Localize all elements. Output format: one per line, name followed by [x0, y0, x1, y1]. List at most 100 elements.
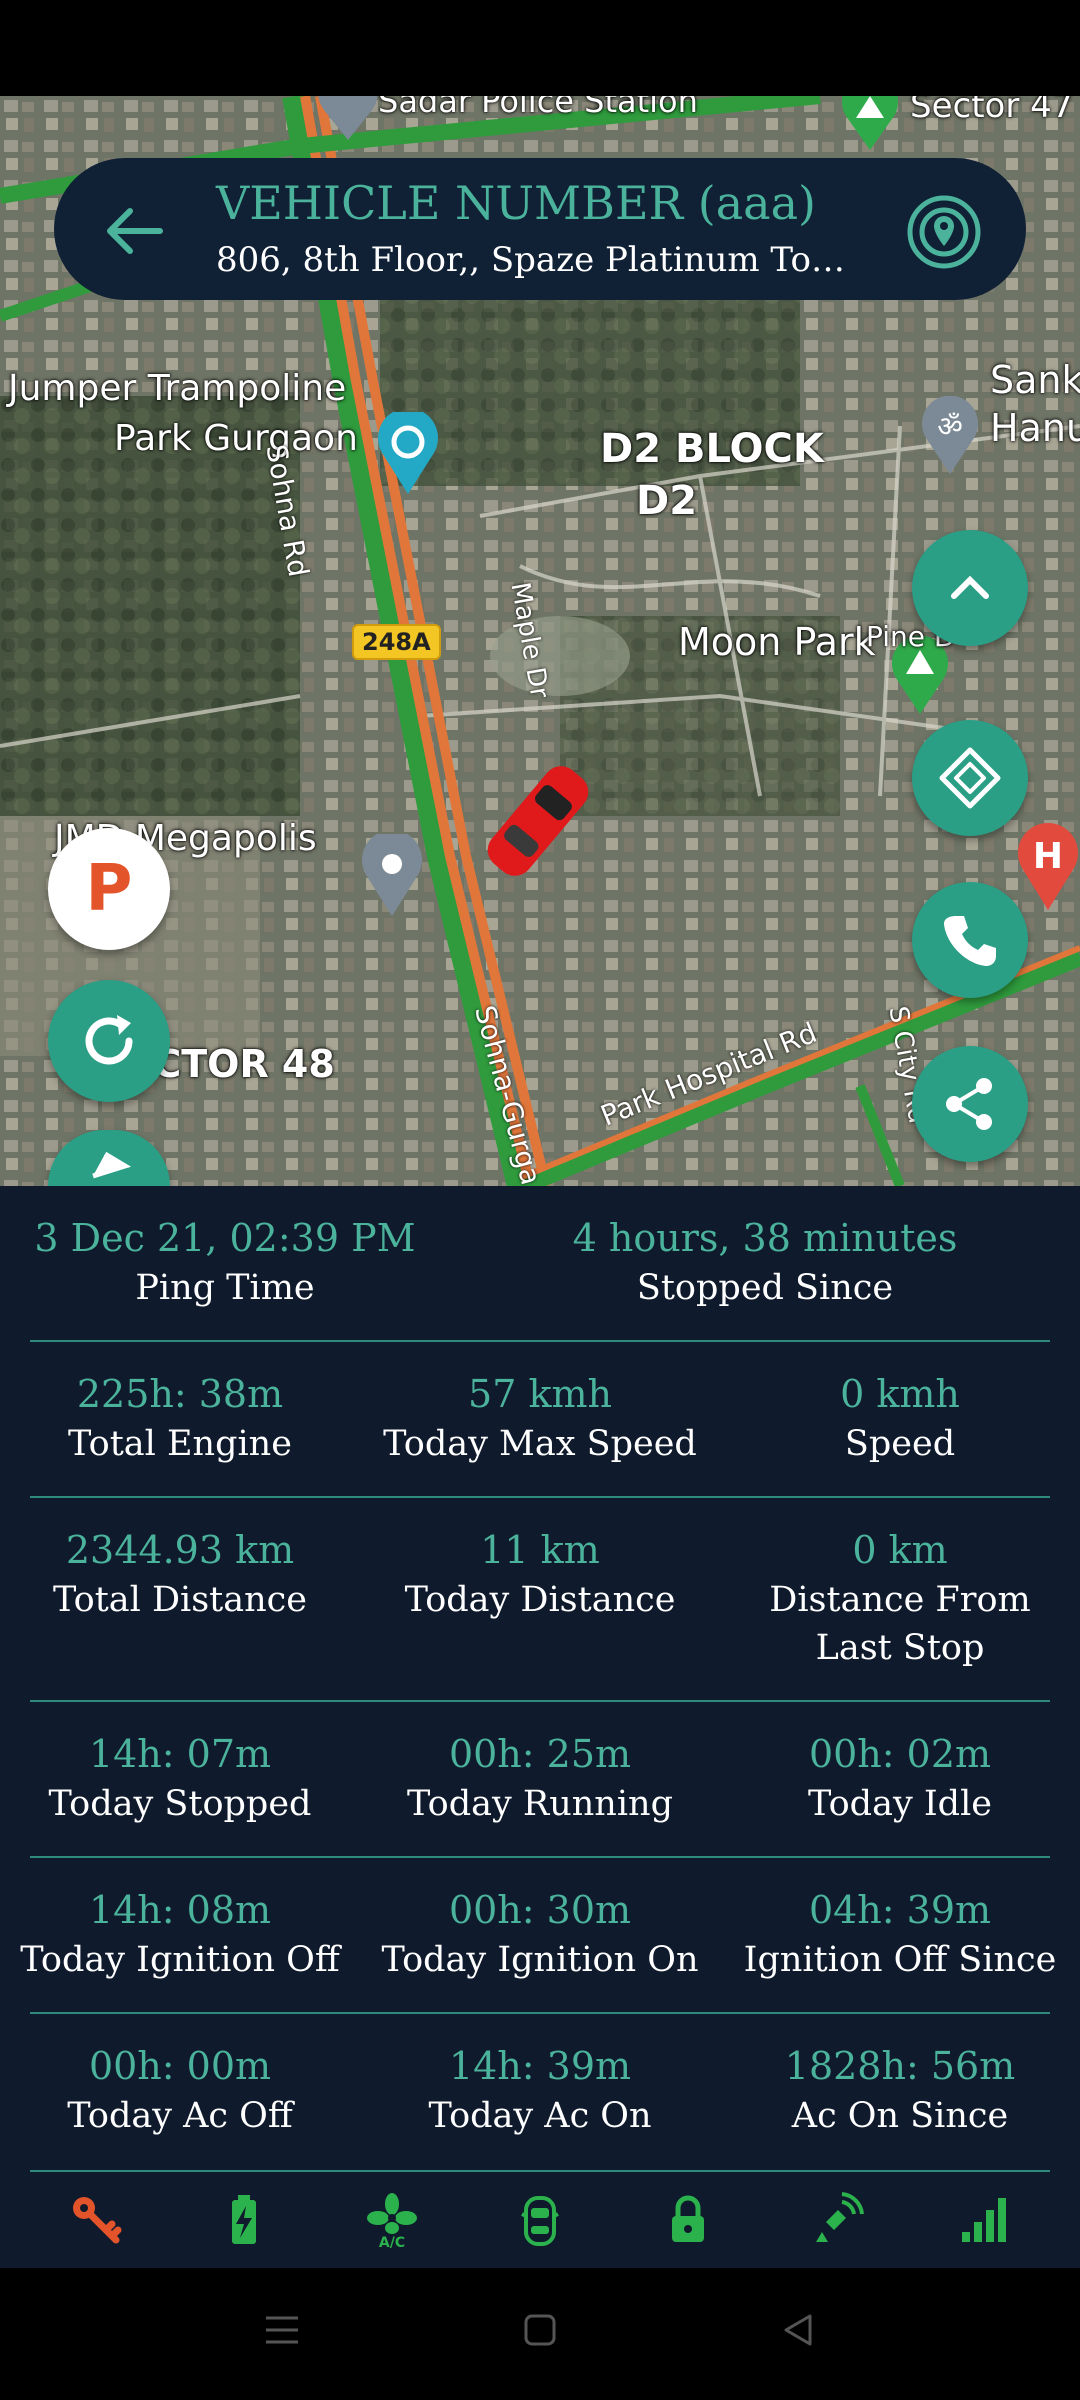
share-button[interactable]	[912, 1046, 1028, 1162]
stat-label: Stopped Since	[636, 1268, 894, 1308]
stat-value: 1828h: 56m	[784, 2044, 1016, 2088]
gps-signal-icon[interactable]	[808, 2192, 864, 2248]
back-icon[interactable]	[778, 2310, 818, 2350]
stat-value: 57 kmh	[468, 1372, 612, 1416]
stat-label: Today Distance	[404, 1580, 676, 1620]
stat-today-running: 00h: 25m Today Running	[360, 1728, 720, 1828]
back-arrow-icon[interactable]	[100, 196, 170, 266]
menu-icon[interactable]	[262, 2310, 302, 2350]
stat-ignition-off-since: 04h: 39m Ignition Off Since	[720, 1884, 1080, 1984]
refresh-icon	[85, 1015, 133, 1065]
status-bar	[0, 0, 1080, 96]
stat-stopped-since: 4 hours, 38 minutes Stopped Since	[540, 1212, 990, 1312]
stat-value: 0 km	[852, 1528, 948, 1572]
home-icon[interactable]	[520, 2310, 560, 2350]
stat-today-ignition-on: 00h: 30m Today Ignition On	[360, 1884, 720, 1984]
map-label-trampoline-2: Park Gurgaon	[114, 418, 358, 459]
highway-shield: 248A	[352, 624, 441, 660]
collapse-button[interactable]	[912, 530, 1028, 646]
vehicle-stats-panel: 3 Dec 21, 02:39 PM Ping Time 4 hours, 38…	[0, 1186, 1080, 2268]
map-label-d2-block: D2 BLOCK	[600, 426, 824, 472]
sector-pin-icon[interactable]	[840, 96, 900, 152]
map-label-sank: Sank	[990, 358, 1080, 402]
stat-speed: 0 kmh Speed	[720, 1368, 1080, 1468]
stat-today-idle: 00h: 02m Today Idle	[720, 1728, 1080, 1828]
map-label-d2: D2	[636, 478, 698, 524]
vehicle-address: 806, 8th Floor,, Spaze Platinum Towe...	[216, 240, 866, 280]
stat-label: Today Ignition Off	[20, 1940, 340, 1980]
divider	[30, 1340, 1050, 1342]
map-label-hanu: Hanu	[990, 406, 1080, 450]
parking-label: P	[85, 852, 133, 926]
vehicle-car-icon[interactable]	[478, 746, 598, 896]
ac-fan-icon[interactable]: A/C	[364, 2192, 420, 2248]
divider	[30, 1496, 1050, 1498]
map-label-trampoline: Jumper Trampoline	[8, 368, 347, 409]
police-pin-icon[interactable]	[316, 96, 380, 142]
stat-value: 14h: 08m	[88, 1888, 272, 1932]
park-pin-icon[interactable]	[376, 412, 440, 496]
stat-label: Today Idle	[807, 1784, 992, 1824]
hospital-pin-icon[interactable]: H	[1016, 822, 1080, 912]
stat-value: 4 hours, 38 minutes	[572, 1216, 958, 1260]
location-radar-icon[interactable]	[904, 192, 984, 272]
stat-total-engine: 225h: 38m Total Engine	[0, 1368, 360, 1468]
stat-label: Speed	[844, 1424, 956, 1464]
battery-charging-icon[interactable]	[216, 2192, 272, 2248]
stat-value: 11 km	[480, 1528, 600, 1572]
stat-value: 00h: 02m	[808, 1732, 992, 1776]
refresh-button[interactable]	[48, 980, 170, 1102]
stat-value: 2344.93 km	[65, 1528, 295, 1572]
stat-today-ac-on: 14h: 39m Today Ac On	[360, 2040, 720, 2140]
map-label-sector47: Sector 47	[910, 96, 1074, 126]
stat-total-distance: 2344.93 km Total Distance	[0, 1524, 360, 1624]
temple-pin-icon[interactable]: ॐ	[920, 396, 980, 476]
stat-label: Ac On Since	[791, 2096, 1009, 2136]
stat-value: 04h: 39m	[808, 1888, 992, 1932]
phone-icon	[944, 916, 996, 966]
divider	[30, 1856, 1050, 1858]
share-icon	[946, 1078, 992, 1130]
parking-button[interactable]: P	[48, 828, 170, 950]
call-button[interactable]	[912, 882, 1028, 998]
stat-today-stopped: 14h: 07m Today Stopped	[0, 1728, 360, 1828]
stat-today-distance: 11 km Today Distance	[360, 1524, 720, 1624]
stat-label: Today Ac Off	[67, 2096, 293, 2136]
stat-value: 3 Dec 21, 02:39 PM	[34, 1216, 416, 1260]
divider	[30, 2012, 1050, 2014]
stat-label: Today Max Speed	[383, 1424, 697, 1464]
stat-today-ac-off: 00h: 00m Today Ac Off	[0, 2040, 360, 2140]
stat-value: 14h: 39m	[448, 2044, 632, 2088]
stat-ac-on-since: 1828h: 56m Ac On Since	[720, 2040, 1080, 2140]
svg-text:ॐ: ॐ	[937, 410, 963, 443]
network-signal-icon[interactable]	[956, 2192, 1012, 2248]
stat-label: Ignition Off Since	[743, 1940, 1057, 1980]
stat-ping-time: 3 Dec 21, 02:39 PM Ping Time	[0, 1212, 450, 1312]
lock-icon[interactable]	[660, 2192, 716, 2248]
stat-label: Today Ac On	[428, 2096, 652, 2136]
stat-label: Ping Time	[135, 1268, 315, 1308]
svg-text:H: H	[1033, 836, 1063, 877]
ac-text: A/C	[379, 2235, 405, 2248]
vehicle-title: VEHICLE NUMBER (aaa)	[216, 176, 816, 230]
stat-label: Total Distance	[53, 1580, 307, 1620]
navigate-arrow-icon	[92, 1151, 132, 1179]
system-nav-bar	[0, 2268, 1080, 2400]
vehicle-status-icons: A/C	[0, 2172, 1080, 2268]
stat-today-max-speed: 57 kmh Today Max Speed	[360, 1368, 720, 1468]
ignition-key-icon[interactable]	[68, 2192, 124, 2248]
directions-button[interactable]	[912, 720, 1028, 836]
stat-label: Today Stopped	[48, 1784, 312, 1824]
stat-label: Distance From	[769, 1580, 1031, 1620]
stat-value: 00h: 30m	[448, 1888, 632, 1932]
map-label-moon-park: Moon Park	[678, 620, 876, 664]
stat-label: Total Engine	[68, 1424, 292, 1464]
car-door-icon[interactable]	[512, 2192, 568, 2248]
stat-today-ignition-off: 14h: 08m Today Ignition Off	[0, 1884, 360, 1984]
stat-distance-last-stop: 0 km Distance From Last Stop	[720, 1524, 1080, 1672]
chevron-up-icon	[951, 575, 989, 599]
place-pin-icon[interactable]	[360, 834, 424, 918]
stat-value: 00h: 00m	[88, 2044, 272, 2088]
directions-diamond-icon	[939, 747, 1001, 809]
stat-label: Today Running	[407, 1784, 673, 1824]
